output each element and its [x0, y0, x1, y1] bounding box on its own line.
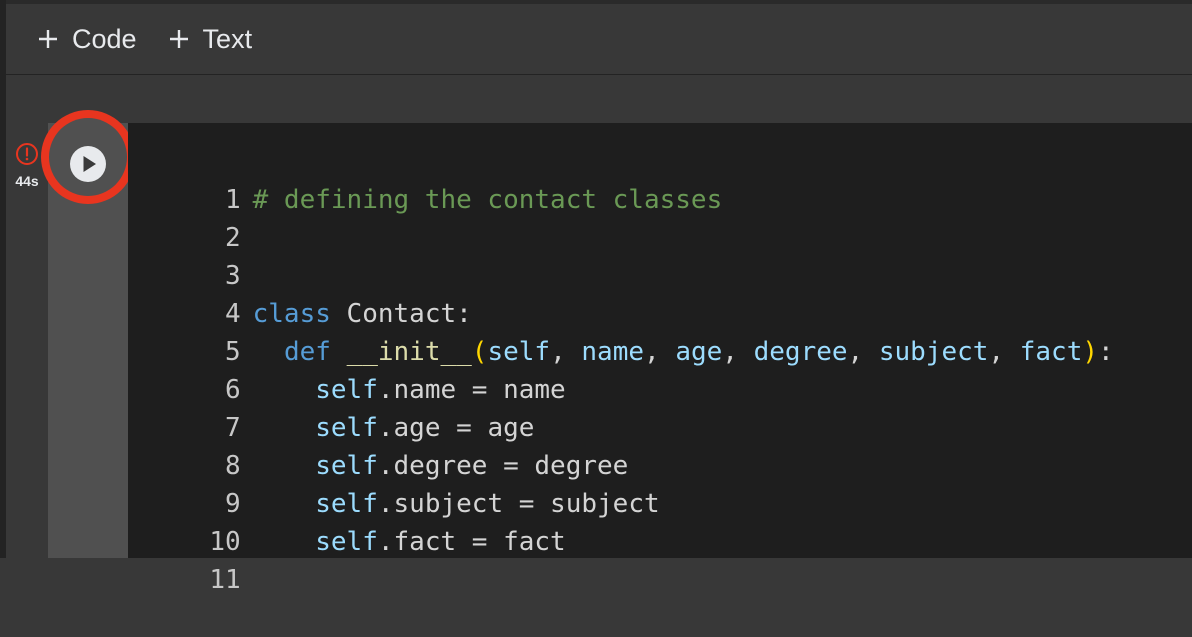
code-line: 4 class Contact: — [128, 257, 472, 329]
code-editor[interactable]: 1 # defining the contact classes 2 3 4 cla… — [128, 123, 1192, 595]
add-code-button[interactable]: Code — [38, 24, 137, 55]
add-text-label: Text — [202, 23, 253, 54]
code-line: 1 # defining the contact classes — [128, 143, 722, 215]
code-line: 7 self.age = age — [128, 371, 534, 443]
add-text-button[interactable]: Text — [169, 23, 253, 55]
code-line-text: self.fact = fact — [315, 527, 566, 557]
code-line: 10 self.fact = fact — [128, 485, 565, 557]
code-line-text: # defining the contact classes — [252, 185, 723, 215]
run-cell-button[interactable] — [70, 146, 106, 182]
code-line: 5 def __init__(self, name, age, degree, … — [128, 295, 1114, 367]
code-line: 8 self.degree = degree — [128, 409, 628, 481]
plus-icon — [39, 30, 57, 48]
plus-icon — [169, 30, 188, 48]
code-line: 2 — [128, 181, 241, 253]
execution-time: 44s — [15, 173, 39, 189]
error-circle-icon — [16, 143, 38, 165]
execution-status: 44s — [10, 142, 44, 189]
notebook-toolbar: Code Text — [6, 4, 1192, 75]
play-circle-icon — [83, 156, 96, 172]
line-number: 11 — [209, 565, 241, 595]
cell-separator — [6, 75, 1192, 123]
code-line: 6 self.name = name — [128, 333, 566, 405]
code-line: 11 — [128, 523, 240, 595]
code-line: 9 self.subject = subject — [128, 447, 660, 519]
add-code-label: Code — [72, 23, 137, 54]
code-line: 3 — [128, 219, 241, 291]
